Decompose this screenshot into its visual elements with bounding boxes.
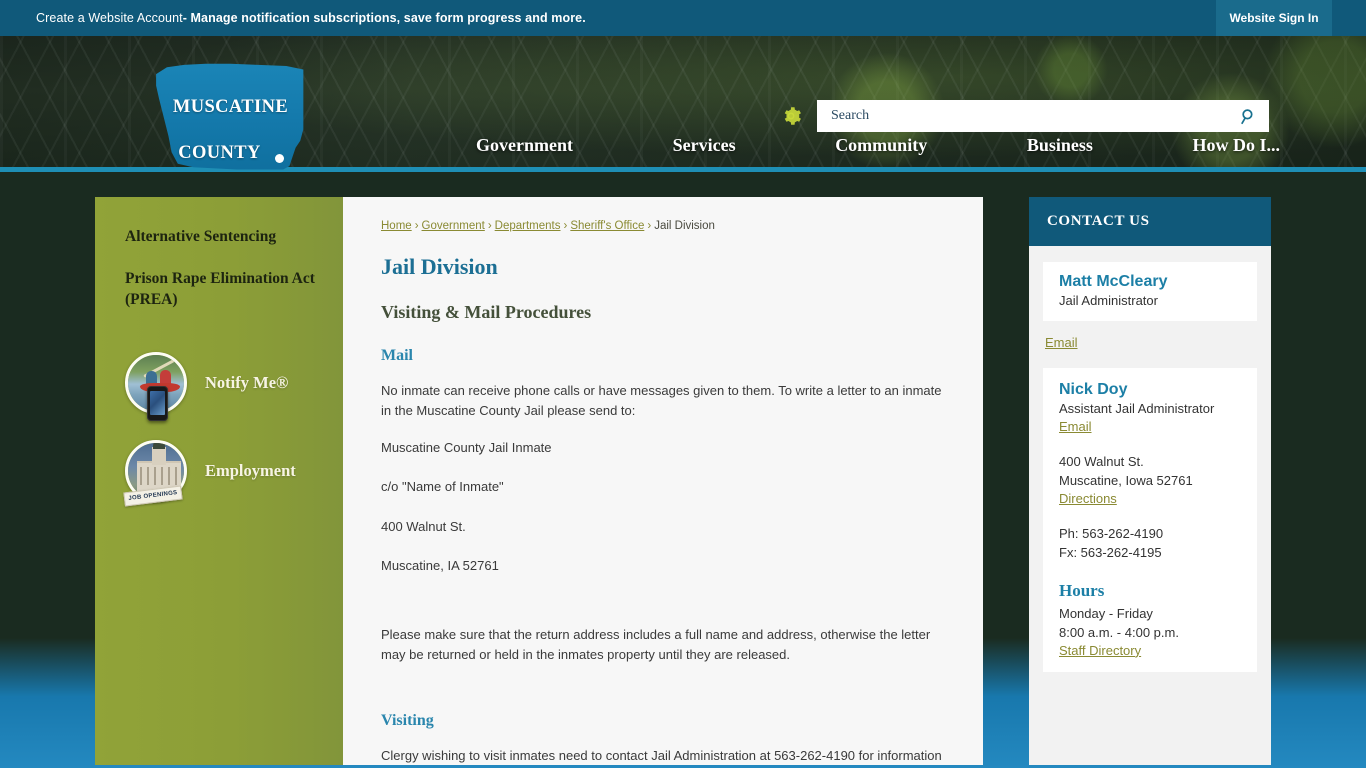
return-address-note: Please make sure that the return address… bbox=[381, 626, 931, 662]
search-input[interactable] bbox=[831, 100, 1235, 132]
nav-item-community[interactable]: Community bbox=[829, 133, 933, 158]
breadcrumb-separator: › bbox=[414, 220, 419, 232]
hours-days: Monday - Friday bbox=[1059, 605, 1153, 621]
breadcrumb: Home › Government › Departments › Sheriff's Of… bbox=[381, 220, 943, 232]
breadcrumb-item-government[interactable]: Government bbox=[422, 220, 485, 232]
contact-fax: Fx: 563-262-4195 bbox=[1059, 545, 1162, 561]
mail-address-line-2: c/o "Name of Inmate" bbox=[381, 479, 504, 495]
sidebar-quicklinks: Notify Me® JOB OPENINGS Employment bbox=[123, 352, 319, 507]
page-content-wrapper: Alternative Sentencing Prison Rape Elimi… bbox=[95, 197, 1271, 765]
breadcrumb-separator: › bbox=[647, 220, 652, 232]
breadcrumb-item-home[interactable]: Home bbox=[381, 220, 412, 232]
quicklink-label-notify-me: Notify Me® bbox=[205, 373, 289, 393]
nav-item-business[interactable]: Business bbox=[1021, 133, 1099, 158]
contact-address-line-1: 400 Walnut St. bbox=[1059, 453, 1144, 469]
gear-icon[interactable] bbox=[780, 105, 802, 127]
phone-icon bbox=[147, 386, 168, 422]
contact-us-header: CONTACT US bbox=[1029, 197, 1271, 246]
site-header: MUSCATINE COUNTY Government Services Com… bbox=[0, 36, 1366, 172]
logo-line-one: MUSCATINE bbox=[172, 97, 289, 117]
visiting-paragraph: Clergy wishing to visit inmates need to … bbox=[381, 748, 942, 764]
logo-dot-marker-icon bbox=[275, 154, 284, 163]
sidebar-item-alternative-sentencing[interactable]: Alternative Sentencing bbox=[125, 227, 319, 247]
page-title: Jail Division bbox=[381, 254, 498, 279]
nav-item-how-do-i[interactable]: How Do I... bbox=[1186, 133, 1286, 158]
website-sign-in-button[interactable]: Website Sign In bbox=[1216, 0, 1332, 36]
hours-heading: Hours bbox=[1059, 580, 1105, 600]
contact-card-nick-doy: Nick Doy Assistant Jail Administrator Em… bbox=[1043, 367, 1257, 672]
search-area bbox=[780, 100, 1269, 132]
quicklink-label-employment: Employment bbox=[205, 461, 296, 481]
contact-card-matt-mccleary: Matt McCleary Jail Administrator bbox=[1043, 262, 1257, 321]
breadcrumb-item-current: Jail Division bbox=[654, 220, 715, 232]
job-openings-ribbon: JOB OPENINGS bbox=[123, 485, 183, 507]
quicklink-notify-me[interactable]: Notify Me® bbox=[125, 352, 319, 422]
nav-item-government[interactable]: Government bbox=[470, 133, 579, 158]
contact-name: Matt McCleary bbox=[1059, 273, 1168, 290]
employment-icon: JOB OPENINGS bbox=[123, 440, 187, 507]
search-box[interactable] bbox=[817, 100, 1269, 132]
create-account-message-rest: - Manage notification subscriptions, sav… bbox=[182, 11, 586, 25]
site-logo-muscatine-county[interactable]: MUSCATINE COUNTY bbox=[153, 58, 308, 173]
contact-role: Jail Administrator bbox=[1059, 293, 1158, 308]
staff-directory-link[interactable]: Staff Directory bbox=[1059, 643, 1141, 658]
hours-time: 8:00 a.m. - 4:00 p.m. bbox=[1059, 625, 1179, 641]
breadcrumb-separator: › bbox=[563, 220, 568, 232]
mail-address-line-4: Muscatine, IA 52761 bbox=[381, 557, 499, 573]
search-submit-button[interactable] bbox=[1235, 103, 1261, 129]
contact-address-line-2: Muscatine, Iowa 52761 bbox=[1059, 473, 1193, 489]
left-sidebar: Alternative Sentencing Prison Rape Elimi… bbox=[95, 197, 343, 765]
main-navigation: Government Services Community Business H… bbox=[470, 133, 1286, 158]
contact-us-body: Matt McCleary Jail Administrator Email N… bbox=[1029, 246, 1271, 686]
quicklink-employment[interactable]: JOB OPENINGS Employment bbox=[123, 440, 319, 507]
mail-address-line-3: 400 Walnut St. bbox=[381, 518, 466, 534]
breadcrumb-item-departments[interactable]: Departments bbox=[495, 220, 561, 232]
search-icon bbox=[1240, 108, 1253, 124]
mail-intro-paragraph: No inmate can receive phone calls or hav… bbox=[381, 383, 942, 419]
logo-line-two: COUNTY bbox=[178, 143, 261, 163]
create-account-message: Create a Website Account - Manage notifi… bbox=[0, 0, 586, 36]
section-heading-mail: Mail bbox=[381, 347, 413, 364]
contact-us-panel: CONTACT US Matt McCleary Jail Administra… bbox=[1029, 197, 1271, 765]
directions-link[interactable]: Directions bbox=[1059, 491, 1117, 506]
nav-item-services[interactable]: Services bbox=[667, 133, 742, 158]
main-content: Home › Government › Departments › Sheriff's Of… bbox=[343, 197, 983, 765]
contact-role: Assistant Jail Administrator bbox=[1059, 400, 1215, 416]
page-subtitle: Visiting & Mail Procedures bbox=[381, 302, 592, 322]
breadcrumb-separator: › bbox=[487, 220, 492, 232]
top-utility-bar: Create a Website Account - Manage notifi… bbox=[0, 0, 1366, 36]
email-link-nick-doy[interactable]: Email bbox=[1059, 419, 1092, 434]
contact-name: Nick Doy bbox=[1059, 380, 1128, 398]
email-link-matt-mccleary[interactable]: Email bbox=[1045, 335, 1078, 350]
section-heading-visiting: Visiting bbox=[381, 712, 434, 730]
breadcrumb-item-sheriffs-office[interactable]: Sheriff's Office bbox=[570, 220, 644, 232]
notify-me-icon bbox=[125, 352, 187, 422]
sidebar-item-prea[interactable]: Prison Rape Elimination Act (PREA) bbox=[125, 269, 319, 310]
mail-address-line-1: Muscatine County Jail Inmate bbox=[381, 440, 552, 456]
create-account-link[interactable]: Create a Website Account bbox=[36, 11, 183, 25]
contact-phone: Ph: 563-262-4190 bbox=[1059, 525, 1164, 541]
